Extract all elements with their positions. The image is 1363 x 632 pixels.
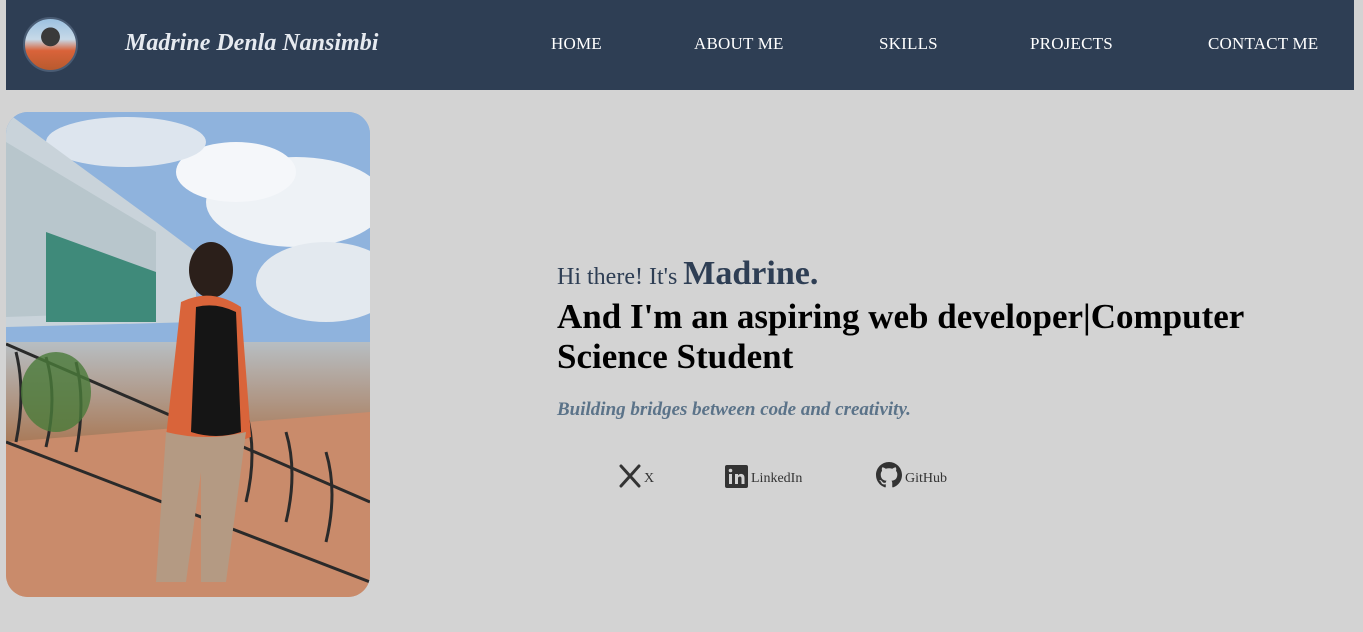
social-link-x[interactable]: X <box>619 460 654 488</box>
x-logo-icon <box>619 464 641 488</box>
nav-home[interactable]: HOME <box>551 34 602 54</box>
top-navbar: Madrine Denla Nansimbi HOME ABOUT ME SKI… <box>6 0 1354 90</box>
social-label-x: X <box>644 471 655 486</box>
hero-headline: And I'm an aspiring web developer|Comput… <box>557 297 1244 376</box>
hero-name: Madrine. <box>683 255 819 292</box>
profile-avatar[interactable] <box>23 17 78 72</box>
nav-skills[interactable]: SKILLS <box>879 34 938 54</box>
hero-section: Hi there! It's Madrine. And I'm an aspir… <box>557 255 1277 421</box>
nav-contact-me[interactable]: CONTACT ME <box>1208 34 1318 54</box>
social-label-linkedin: LinkedIn <box>751 471 803 486</box>
social-label-github: GitHub <box>905 471 947 486</box>
social-link-linkedin[interactable]: LinkedIn <box>725 460 802 488</box>
nav-about-me[interactable]: ABOUT ME <box>694 34 784 54</box>
profile-photo <box>6 112 370 597</box>
hero-tagline: Building bridges between code and creati… <box>557 399 911 420</box>
linkedin-icon <box>725 465 748 488</box>
social-link-github[interactable]: GitHub <box>876 460 947 488</box>
brand-name: Madrine Denla Nansimbi <box>125 30 379 56</box>
nav-projects[interactable]: PROJECTS <box>1030 34 1113 54</box>
github-icon <box>876 462 902 488</box>
greeting-text: Hi there! It's <box>557 264 678 290</box>
greeting: Hi there! It's Madrine. <box>557 255 1277 293</box>
